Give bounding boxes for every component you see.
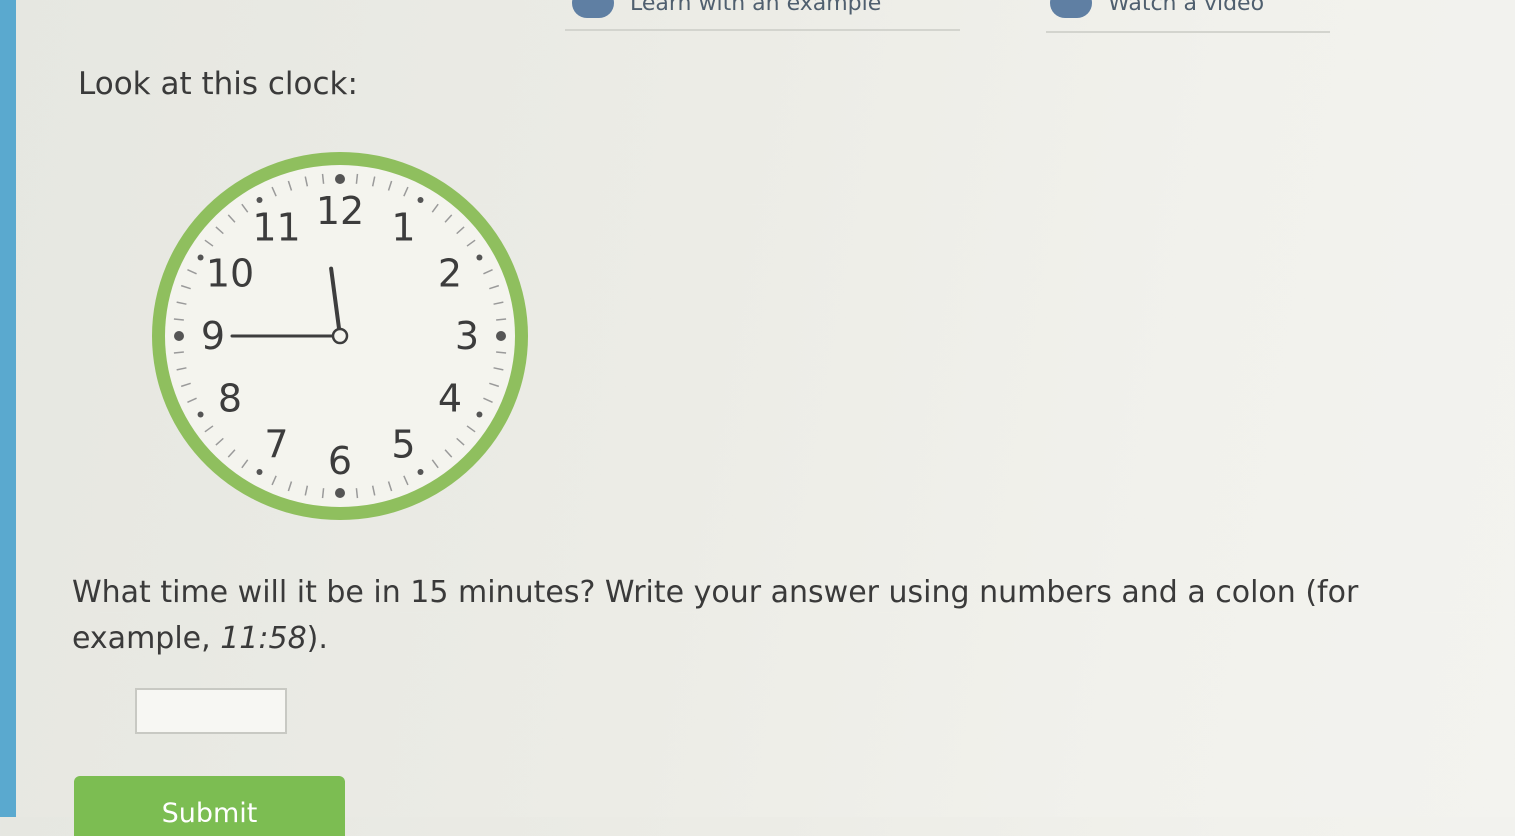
- lightbulb-icon: [572, 0, 614, 18]
- hour-marker: [496, 331, 506, 341]
- hour-marker: [417, 197, 424, 204]
- minute-tick: [321, 173, 325, 184]
- minute-tick: [496, 318, 507, 321]
- play-icon: [1050, 0, 1092, 18]
- clock-number: 1: [391, 206, 415, 250]
- hour-marker: [476, 411, 483, 418]
- question-prompt: Look at this clock:: [78, 66, 358, 102]
- tab-label: Learn with an example: [630, 0, 882, 16]
- question-text: What time will it be in 15 minutes? Writ…: [72, 570, 1472, 662]
- hour-marker: [335, 174, 345, 184]
- minute-tick: [321, 488, 325, 499]
- clock-number: 12: [316, 189, 364, 233]
- tab-watch-a-video[interactable]: Watch a video: [1050, 0, 1264, 18]
- minute-tick: [355, 488, 359, 499]
- clock-number: 4: [438, 377, 462, 421]
- minute-tick: [173, 351, 184, 354]
- clock-number: 10: [206, 252, 254, 296]
- hour-marker: [417, 468, 424, 475]
- minute-tick: [496, 351, 507, 354]
- left-edge-stripe: [0, 0, 16, 817]
- minute-tick: [173, 318, 184, 321]
- clock-center-pin: [331, 327, 349, 345]
- clock-number: 2: [438, 252, 462, 296]
- hour-marker: [335, 488, 345, 498]
- top-nav: Learn with an example Watch a video: [0, 0, 1515, 36]
- clock-number: 3: [455, 314, 479, 358]
- analog-clock: 12 12 3 45678 9 1011: [152, 152, 528, 520]
- hour-marker: [174, 331, 184, 341]
- answer-input[interactable]: [135, 688, 287, 734]
- question-text-end: ).: [306, 621, 328, 656]
- clock-number: 8: [218, 377, 242, 421]
- submit-button[interactable]: Submit: [74, 776, 345, 836]
- clock-number: 7: [264, 422, 288, 466]
- hour-marker: [256, 468, 263, 475]
- example-value: 11:58: [220, 621, 307, 656]
- tab-underline: [1046, 31, 1330, 33]
- clock-number: 9: [201, 314, 225, 358]
- clock-number: 11: [252, 206, 300, 250]
- minute-tick: [355, 173, 359, 184]
- tab-learn-with-an-example[interactable]: Learn with an example: [572, 0, 881, 18]
- hour-marker: [476, 254, 483, 261]
- hour-marker: [197, 254, 204, 261]
- hour-marker: [256, 197, 263, 204]
- clock-number: 5: [391, 422, 415, 466]
- tab-underline: [565, 29, 960, 31]
- clock-number: 6: [328, 439, 352, 483]
- tab-label: Watch a video: [1108, 0, 1265, 16]
- hour-marker: [197, 411, 204, 418]
